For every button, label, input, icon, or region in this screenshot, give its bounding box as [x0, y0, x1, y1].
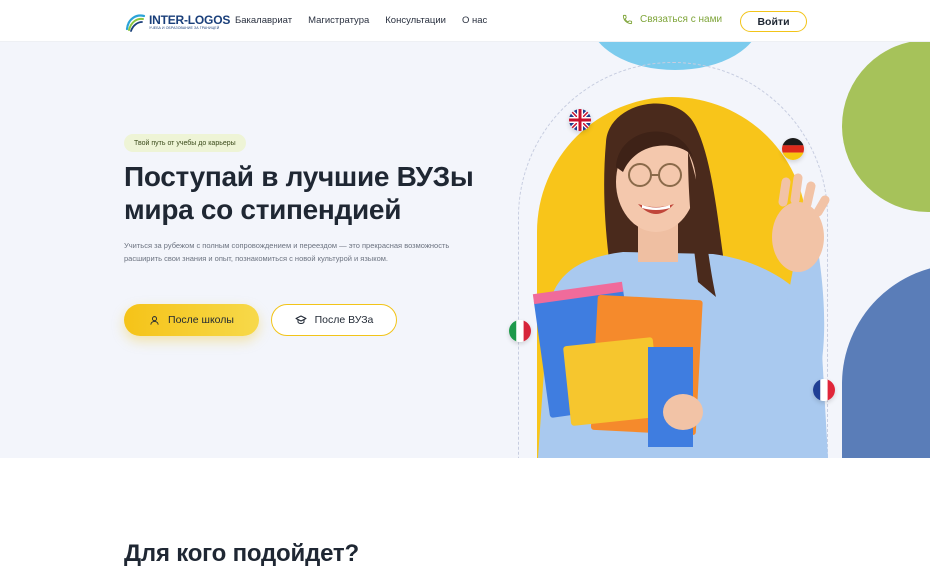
after-school-button[interactable]: После школы [124, 304, 259, 336]
student-icon [149, 315, 160, 326]
after-university-label: После ВУЗа [314, 314, 374, 326]
contact-link[interactable]: Связаться с нами [622, 14, 722, 25]
nav-master[interactable]: Магистратура [308, 15, 369, 26]
nav-bachelor[interactable]: Бакалавриат [235, 15, 292, 26]
hero-section: Твой путь от учебы до карьеры Поступай в… [0, 42, 930, 458]
decor-green-shape [842, 42, 930, 212]
logo-mark-icon [125, 14, 146, 32]
nav-consultations[interactable]: Консультации [385, 15, 446, 26]
main-nav: Бакалавриат Магистратура Консультации О … [235, 15, 503, 26]
france-flag-icon [813, 379, 835, 401]
nav-about[interactable]: О нас [462, 15, 487, 26]
hero-title-line1: Поступай в лучшие ВУЗы [124, 161, 474, 192]
uk-flag-icon [569, 109, 591, 131]
decor-navy-shape [842, 264, 930, 458]
after-university-button[interactable]: После ВУЗа [271, 304, 397, 336]
after-school-label: После школы [168, 314, 234, 326]
logo-tagline: УЧЕБА И ОБРАЗОВАНИЕ ЗА ГРАНИЦЕЙ [149, 25, 220, 30]
hero-title-line2: мира со стипендией [124, 194, 402, 225]
phone-icon [622, 14, 633, 25]
hero-badge: Твой путь от учебы до карьеры [124, 134, 246, 152]
hero-subtitle: Учиться за рубежом с полным сопровождени… [124, 241, 450, 263]
logo-name: INTER-LOGOS [149, 12, 231, 27]
login-button[interactable]: Войти [740, 11, 807, 32]
hero-title: Поступай в лучшие ВУЗы мира со стипендие… [124, 160, 544, 226]
italy-flag-icon [509, 320, 531, 342]
site-header: INTER-LOGOS УЧЕБА И ОБРАЗОВАНИЕ ЗА ГРАНИ… [0, 0, 930, 42]
logo[interactable]: INTER-LOGOS УЧЕБА И ОБРАЗОВАНИЕ ЗА ГРАНИ… [124, 10, 230, 34]
contact-label: Связаться с нами [640, 14, 723, 25]
graduation-cap-icon [295, 314, 307, 326]
section-title: Для кого подойдет? [124, 540, 359, 567]
germany-flag-icon [782, 138, 804, 160]
